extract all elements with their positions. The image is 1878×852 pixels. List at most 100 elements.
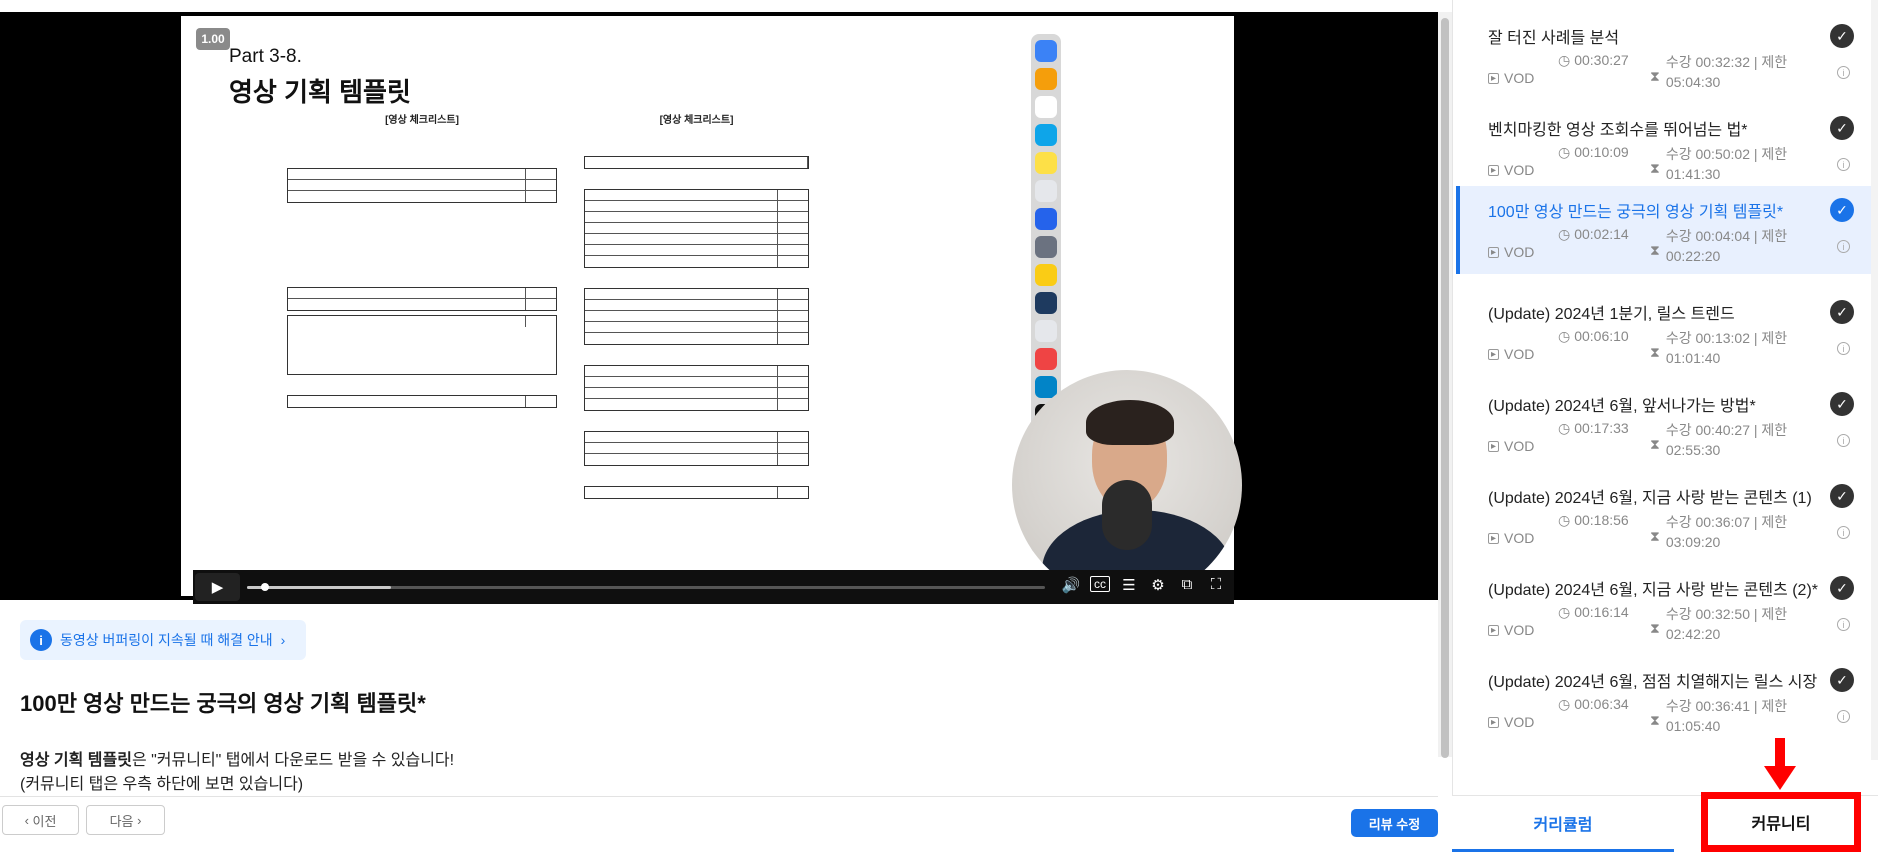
curriculum-scrollbar[interactable] bbox=[1871, 0, 1878, 760]
curriculum-item[interactable]: 잘 터진 사례들 분석 ▸ VOD ◷ 00:30:27 ⧗ 수강 00:32:32 | 제… bbox=[1456, 12, 1876, 100]
seek-handle[interactable] bbox=[261, 583, 269, 591]
item-duration: 00:06:34 bbox=[1574, 696, 1629, 712]
curriculum-panel: 잘 터진 사례들 분석 ▸ VOD ◷ 00:30:27 ⧗ 수강 00:32:32 | 제… bbox=[1452, 0, 1878, 852]
play-icon: ▸ bbox=[1488, 624, 1499, 636]
tab-community[interactable]: 커뮤니티 bbox=[1701, 792, 1861, 852]
fullscreen-icon[interactable]: ⛶ bbox=[1206, 576, 1226, 594]
pip-icon[interactable]: ⧉ bbox=[1177, 576, 1197, 594]
curriculum-item[interactable]: (Update) 2024년 1분기, 릴스 트렌드 ▸ VOD ◷ 00:06:10 ⧗… bbox=[1456, 288, 1876, 376]
item-duration: 00:17:33 bbox=[1574, 420, 1629, 436]
completed-check-icon: ✓ bbox=[1830, 116, 1854, 140]
curriculum-item[interactable]: 벤치마킹한 영상 조회수를 뛰어넘는 법* ▸ VOD ◷ 00:10:09 ⧗ 수강 00… bbox=[1456, 104, 1876, 192]
slide-part-label: Part 3-8. bbox=[229, 46, 302, 67]
checklist-table bbox=[584, 486, 809, 499]
notes-icon bbox=[1035, 152, 1057, 174]
clock-icon: ◷ bbox=[1558, 144, 1571, 160]
info-icon[interactable]: i bbox=[1837, 342, 1850, 355]
info-icon[interactable]: i bbox=[1837, 710, 1850, 723]
volume-icon[interactable]: 🔊 bbox=[1061, 576, 1081, 594]
freeform-icon bbox=[1035, 180, 1057, 202]
play-icon: ▸ bbox=[1488, 716, 1499, 728]
webcam-overlay bbox=[1012, 370, 1242, 600]
item-watched: 수강 00:36:07 bbox=[1665, 514, 1750, 530]
appstore-icon bbox=[1035, 208, 1057, 230]
item-limit-value: 01:41:30 bbox=[1665, 166, 1721, 182]
info-icon[interactable]: i bbox=[1837, 158, 1850, 171]
prev-button[interactable]: ‹ 이전 bbox=[2, 805, 79, 835]
item-duration: 00:30:27 bbox=[1574, 52, 1629, 68]
time-tooltip: 00:01 bbox=[255, 556, 281, 567]
hourglass-icon: ⧗ bbox=[1650, 620, 1660, 636]
info-icon[interactable]: i bbox=[1837, 240, 1850, 253]
quicktime-icon bbox=[1035, 292, 1057, 314]
chevron-right-icon: › bbox=[133, 812, 142, 828]
prev-label: 이전 bbox=[32, 813, 57, 829]
play-icon: ▸ bbox=[1488, 440, 1499, 452]
item-limit-value: 01:01:40 bbox=[1665, 350, 1721, 366]
curriculum-item-title: 벤치마킹한 영상 조회수를 뛰어넘는 법* bbox=[1488, 122, 1748, 139]
curriculum-item[interactable]: (Update) 2024년 6월, 지금 사랑 받는 콘텐츠 (1) ▸ VOD ◷… bbox=[1456, 472, 1876, 560]
playback-speed-badge[interactable]: 1.00 bbox=[196, 28, 230, 50]
curriculum-item[interactable]: (Update) 2024년 6월, 앞서나가는 방법* ▸ VOD ◷ 00:17:3… bbox=[1456, 380, 1876, 468]
calendar-icon bbox=[1035, 96, 1057, 118]
lesson-scrollbar[interactable] bbox=[1438, 12, 1452, 758]
item-type: VOD bbox=[1504, 346, 1535, 362]
notice-text: 동영상 버퍼링이 지속될 때 해결 안내 bbox=[60, 632, 273, 648]
curriculum-item-title: (Update) 2024년 6월, 지금 사랑 받는 콘텐츠 (1) bbox=[1488, 490, 1812, 507]
completed-check-icon: ✓ bbox=[1830, 300, 1854, 324]
item-duration: 00:06:10 bbox=[1574, 328, 1629, 344]
checklist-table bbox=[287, 287, 557, 311]
clock-icon: ◷ bbox=[1558, 512, 1571, 528]
hourglass-icon: ⧗ bbox=[1650, 528, 1660, 544]
item-watched: 수강 00:04:04 bbox=[1665, 228, 1750, 244]
settings-gear-icon[interactable]: ⚙ bbox=[1148, 576, 1168, 594]
video-player[interactable]: Part 3-8. 영상 기획 템플릿 [영상 체크리스트] [영상 체크리스트… bbox=[0, 12, 1438, 604]
powerpoint-icon bbox=[1035, 348, 1057, 370]
info-icon[interactable]: i bbox=[1837, 526, 1850, 539]
next-label: 다음 bbox=[109, 813, 134, 829]
tab-curriculum[interactable]: 커리큘럼 bbox=[1452, 796, 1674, 852]
item-type: VOD bbox=[1504, 162, 1535, 178]
item-type: VOD bbox=[1504, 70, 1535, 86]
captions-icon[interactable]: cc bbox=[1090, 576, 1110, 592]
seek-bar[interactable] bbox=[247, 583, 1045, 591]
item-watched: 수강 00:32:32 bbox=[1665, 54, 1750, 70]
checklist-table bbox=[584, 189, 809, 268]
item-limit-label: 제한 bbox=[1761, 514, 1788, 530]
curriculum-item[interactable]: (Update) 2024년 6월, 점점 치열해지는 릴스 시장 ▸ VOD ◷ 00… bbox=[1456, 656, 1876, 744]
hourglass-icon: ⧗ bbox=[1650, 436, 1660, 452]
scroll-thumb[interactable] bbox=[1441, 18, 1449, 758]
description-bold: 영상 기획 템플릿 bbox=[20, 752, 132, 769]
curriculum-item[interactable]: 100만 영상 만드는 궁극의 영상 기획 템플릿* ▸ VOD ◷ 00:02:14 ⧗… bbox=[1456, 186, 1876, 274]
transcript-icon[interactable]: ☰ bbox=[1119, 576, 1139, 594]
info-icon[interactable]: i bbox=[1837, 66, 1850, 79]
buffering-help-link[interactable]: i 동영상 버퍼링이 지속될 때 해결 안내 › bbox=[20, 620, 306, 660]
item-limit-value: 00:22:20 bbox=[1665, 248, 1721, 264]
item-limit-label: 제한 bbox=[1761, 330, 1788, 346]
item-duration: 00:10:09 bbox=[1574, 144, 1629, 160]
lesson-nav-bar: ‹ 이전 다음 › 리뷰 수정 bbox=[0, 796, 1438, 852]
item-type: VOD bbox=[1504, 244, 1535, 260]
checklist-table bbox=[287, 168, 557, 203]
item-limit-value: 02:55:30 bbox=[1665, 442, 1721, 458]
info-icon[interactable]: i bbox=[1837, 434, 1850, 447]
microphone-icon bbox=[1102, 480, 1152, 550]
play-icon: ▸ bbox=[1488, 532, 1499, 544]
item-type: VOD bbox=[1504, 438, 1535, 454]
play-button[interactable]: ▶ bbox=[195, 573, 240, 601]
lesson-title: 100만 영상 만드는 궁극의 영상 기획 템플릿* bbox=[20, 691, 426, 716]
clock-icon: ◷ bbox=[1558, 604, 1571, 620]
checklist-table bbox=[584, 288, 809, 345]
completed-check-icon: ✓ bbox=[1830, 668, 1854, 692]
item-watched: 수강 00:40:27 bbox=[1665, 422, 1750, 438]
checklist-table bbox=[584, 365, 809, 411]
checklist-title-left: [영상 체크리스트] bbox=[385, 115, 459, 126]
clock-icon: ◷ bbox=[1558, 52, 1571, 68]
next-button[interactable]: 다음 › bbox=[86, 805, 165, 835]
curriculum-item[interactable]: (Update) 2024년 6월, 지금 사랑 받는 콘텐츠 (2)* ▸ VOD… bbox=[1456, 564, 1876, 652]
hourglass-icon: ⧗ bbox=[1650, 712, 1660, 728]
play-icon: ▸ bbox=[1488, 246, 1499, 258]
edit-review-button[interactable]: 리뷰 수정 bbox=[1351, 809, 1438, 837]
info-icon[interactable]: i bbox=[1837, 618, 1850, 631]
checklist-table bbox=[287, 395, 557, 408]
